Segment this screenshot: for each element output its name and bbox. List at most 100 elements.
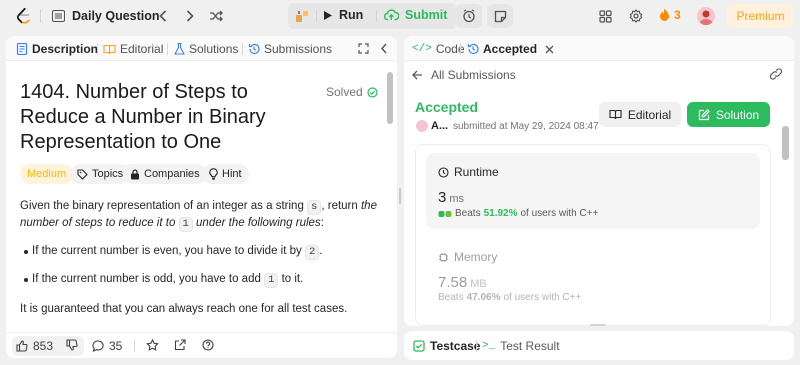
- runtime-beats-percent: 51.92%: [483, 208, 518, 219]
- bullet-dot: [24, 278, 28, 282]
- run-label: Run: [339, 8, 364, 22]
- help-button[interactable]: [202, 339, 214, 351]
- star-icon: [146, 339, 159, 351]
- scrollbar-thumb[interactable]: [387, 72, 393, 124]
- flask-icon: [174, 43, 185, 55]
- user-avatar[interactable]: [697, 7, 715, 25]
- tab-submissions-label: Submissions: [264, 42, 333, 56]
- runtime-beats: Beats 51.92% of users with C++: [438, 208, 598, 219]
- chip-icon: [439, 252, 448, 262]
- divider: [40, 9, 41, 23]
- problem-title[interactable]: 1404. Number of Steps to Reduce a Number…: [20, 80, 320, 155]
- comment-icon: [92, 340, 104, 352]
- alarm-clock-icon: [463, 9, 475, 23]
- runtime-label: Runtime: [454, 165, 499, 179]
- runtime-value-row: 3 ms: [438, 189, 464, 206]
- memory-value: 7.58: [438, 274, 468, 291]
- downvote-button[interactable]: [66, 339, 78, 351]
- tab-divider: [97, 43, 98, 55]
- book-icon: [103, 44, 116, 54]
- upvote-button[interactable]: 853: [16, 339, 53, 353]
- notes-button[interactable]: [487, 4, 513, 28]
- companies-label: Companies: [144, 168, 200, 180]
- layout-grid-icon[interactable]: [598, 6, 612, 26]
- right-scrollbar[interactable]: [782, 126, 789, 160]
- solution-button[interactable]: Solution: [687, 102, 770, 127]
- history-icon: [467, 43, 479, 55]
- link-icon[interactable]: [769, 68, 783, 83]
- tab-editorial-label: Editorial: [120, 42, 164, 56]
- cloud-upload-icon: [384, 9, 399, 21]
- description-footer: 853 35: [6, 332, 397, 358]
- editorial-button[interactable]: Editorial: [599, 102, 681, 127]
- fist-bump-icon: [438, 210, 452, 217]
- comments-count: 35: [109, 339, 123, 353]
- arrow-left-icon: [412, 70, 422, 80]
- prev-problem-icon[interactable]: [156, 6, 170, 26]
- companies-chip[interactable]: Companies: [123, 164, 207, 184]
- scrollbar-thumb[interactable]: [782, 126, 789, 160]
- test-result-label: Test Result: [500, 339, 560, 353]
- comments-button[interactable]: 35: [92, 339, 122, 353]
- left-tab-bar: Description Editorial Solutions Submissi…: [6, 36, 397, 61]
- run-button[interactable]: Run: [323, 8, 363, 22]
- description-panel: Description Editorial Solutions Submissi…: [6, 36, 397, 358]
- left-scrollbar[interactable]: [387, 72, 393, 358]
- runtime-label-row: Runtime: [438, 165, 499, 179]
- note-icon: [494, 10, 506, 22]
- divider: [134, 340, 135, 352]
- problem-list-icon[interactable]: [51, 6, 65, 26]
- tab-test-result[interactable]: >_ Test Result: [482, 339, 560, 353]
- tab-solutions[interactable]: Solutions: [174, 42, 238, 56]
- terminal-icon: >_: [482, 340, 496, 352]
- tab-accepted[interactable]: Accepted: [467, 42, 554, 56]
- expand-icon[interactable]: [358, 43, 369, 54]
- debug-icon[interactable]: [294, 6, 310, 26]
- tab-code[interactable]: </> Code: [412, 42, 465, 56]
- shuffle-icon[interactable]: [208, 6, 224, 26]
- all-submissions-link[interactable]: All Submissions: [412, 68, 516, 82]
- memory-unit: MB: [470, 278, 487, 290]
- share-icon: [174, 339, 186, 351]
- streak-counter[interactable]: 3: [659, 8, 681, 22]
- daily-question-title[interactable]: Daily Question: [72, 9, 160, 23]
- topics-chip[interactable]: Topics: [70, 164, 131, 184]
- check-circle-icon: [367, 86, 378, 98]
- tab-testcase[interactable]: Testcase: [413, 339, 480, 353]
- timer-button[interactable]: [456, 4, 482, 28]
- premium-button[interactable]: Premium: [727, 4, 794, 28]
- submitter-name[interactable]: A...: [431, 120, 448, 132]
- submit-label: Submit: [405, 8, 448, 22]
- clock-icon: [438, 166, 449, 178]
- bullet-dot: [24, 250, 28, 254]
- settings-gear-icon[interactable]: [628, 6, 644, 26]
- close-tab-icon[interactable]: [545, 45, 554, 54]
- likes-count: 853: [33, 339, 54, 353]
- hint-chip[interactable]: Hint: [202, 164, 249, 184]
- panel-resize-handle[interactable]: [399, 188, 401, 204]
- next-problem-icon[interactable]: [183, 6, 197, 26]
- memory-beats: Beats 47.06% of users with C++: [438, 292, 582, 303]
- submit-button[interactable]: Submit: [384, 8, 447, 22]
- collapse-left-icon[interactable]: [380, 43, 388, 54]
- leetcode-logo-icon[interactable]: [14, 7, 32, 25]
- description-line-1: Given the binary representation of an in…: [20, 200, 377, 215]
- resize-handle[interactable]: [590, 324, 606, 326]
- submission-timestamp: submitted at May 29, 2024 08:47: [453, 121, 599, 132]
- share-button[interactable]: [174, 339, 186, 351]
- divider: [376, 10, 377, 22]
- hint-label: Hint: [222, 168, 242, 180]
- edit-icon: [698, 108, 710, 120]
- code-s: s: [307, 200, 322, 215]
- favorite-button[interactable]: [146, 339, 159, 351]
- submission-panel: </> Code Accepted All Submissions Accept…: [404, 36, 794, 326]
- code-2: 2: [304, 245, 320, 260]
- tab-editorial[interactable]: Editorial: [103, 42, 163, 56]
- right-tab-bar: </> Code Accepted: [404, 36, 794, 61]
- question-circle-icon: [202, 339, 214, 351]
- lock-icon: [131, 168, 139, 179]
- tab-description[interactable]: Description: [16, 42, 98, 56]
- tab-submissions[interactable]: Submissions: [248, 42, 332, 56]
- solved-label: Solved: [326, 85, 363, 99]
- tab-divider: [167, 43, 168, 55]
